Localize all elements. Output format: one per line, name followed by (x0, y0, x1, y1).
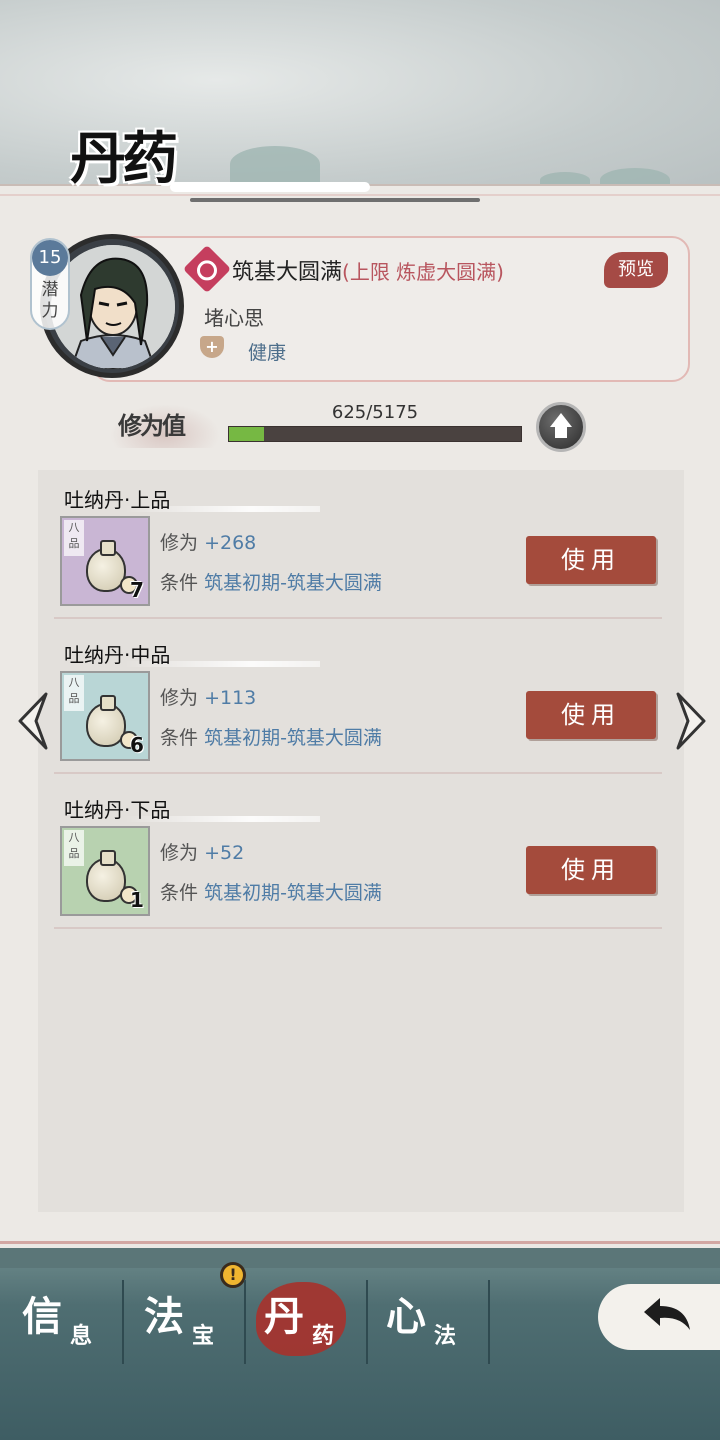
pill-item: 吐纳丹·中品 八品 6 修为 +113 条件 筑基初期-筑基大圆满 使用 (54, 629, 662, 783)
character-trait: 堵心思 (204, 306, 264, 330)
tab-technique-big: 心 (386, 1293, 426, 1340)
pill-count: 1 (130, 888, 144, 912)
use-button[interactable]: 使用 (526, 846, 656, 894)
tab-pills-small: 药 (312, 1323, 335, 1349)
tab-pills-big: 丹 (264, 1293, 304, 1340)
tab-info-small: 息 (70, 1323, 93, 1349)
item-divider (54, 927, 662, 929)
tab-separator (244, 1280, 246, 1364)
tab-info[interactable]: 信 息 (18, 1276, 136, 1366)
previous-page-arrow-icon[interactable] (12, 690, 52, 752)
condition-label: 条件 (160, 727, 199, 749)
potential-label: 潜力 (41, 280, 59, 321)
stat-value: +268 (204, 532, 257, 554)
stat-value: +113 (204, 687, 257, 709)
use-button[interactable]: 使用 (526, 536, 656, 584)
pill-condition: 条件 筑基初期-筑基大圆满 (160, 568, 382, 595)
stat-label: 修为 (160, 842, 199, 864)
potential-badge: 15 潜力 (30, 238, 70, 330)
page-title-wrap: 丹药 (60, 112, 480, 212)
tab-pills[interactable]: 丹 药 (260, 1276, 378, 1366)
tab-treasure-small: 宝 (192, 1323, 215, 1349)
tab-separator (488, 1280, 490, 1364)
tab-separator (122, 1280, 124, 1364)
item-divider (54, 772, 662, 774)
pill-condition: 条件 筑基初期-筑基大圆满 (160, 878, 382, 905)
pill-stat: 修为 +268 (160, 528, 256, 555)
pill-condition: 条件 筑基初期-筑基大圆满 (160, 723, 382, 750)
health-status: 健康 (248, 342, 287, 364)
back-arrow-icon (644, 1298, 690, 1330)
pill-icon-box[interactable]: 八品 1 (60, 826, 150, 916)
realm-limit: (上限 炼虚大圆满) (342, 260, 504, 284)
condition-label: 条件 (160, 572, 199, 594)
title-brush-stroke (170, 182, 370, 192)
condition-value: 筑基初期-筑基大圆满 (204, 882, 382, 904)
pill-name: 吐纳丹·上品 (64, 484, 321, 513)
pill-item: 吐纳丹·上品 八品 7 修为 +268 条件 筑基初期-筑基大圆满 使用 (54, 474, 662, 628)
cultivation-value: 625/5175 (331, 402, 419, 423)
alert-badge-icon: ! (220, 1262, 246, 1288)
pill-grade: 八品 (64, 675, 84, 711)
tab-treasure-big: 法 (144, 1293, 184, 1340)
use-button[interactable]: 使用 (526, 691, 656, 739)
pill-icon-box[interactable]: 八品 7 (60, 516, 150, 606)
preview-button[interactable]: 预览 (604, 252, 668, 288)
cultivation-progress-bar (228, 426, 522, 442)
realm-name: 筑基大圆满 (232, 260, 343, 285)
stat-label: 修为 (160, 687, 199, 709)
stat-label: 修为 (160, 532, 199, 554)
cultivation-label: 修为值 (110, 404, 220, 448)
pill-grade: 八品 (64, 520, 84, 556)
pill-stat: 修为 +52 (160, 838, 244, 865)
next-page-arrow-icon[interactable] (672, 690, 712, 752)
pill-item: 吐纳丹·下品 八品 1 修为 +52 条件 筑基初期-筑基大圆满 使用 (54, 784, 662, 938)
pill-grade: 八品 (64, 830, 84, 866)
cultivation-progress-fill (229, 427, 265, 441)
tab-technique-small: 法 (434, 1323, 457, 1349)
stat-value: +52 (204, 842, 245, 864)
condition-value: 筑基初期-筑基大圆满 (204, 572, 382, 594)
title-brush-line (190, 198, 480, 202)
tab-treasure[interactable]: 法 宝 (140, 1276, 258, 1366)
condition-value: 筑基初期-筑基大圆满 (204, 727, 382, 749)
item-divider (54, 617, 662, 619)
breakthrough-up-arrow-icon[interactable] (536, 402, 586, 452)
realm-text: 筑基大圆满(上限 炼虚大圆满) (232, 254, 504, 286)
pill-count: 6 (130, 733, 144, 757)
back-button[interactable] (598, 1278, 720, 1356)
condition-label: 条件 (160, 882, 199, 904)
potential-level: 15 (32, 240, 68, 276)
tab-technique[interactable]: 心 法 (382, 1276, 500, 1366)
nav-top-strip (0, 1248, 720, 1268)
pill-stat: 修为 +113 (160, 683, 256, 710)
tab-separator (366, 1280, 368, 1364)
page-title: 丹药 (70, 126, 178, 192)
pill-name: 吐纳丹·中品 (64, 639, 321, 668)
pill-icon-box[interactable]: 八品 6 (60, 671, 150, 761)
tab-info-big: 信 (22, 1293, 62, 1340)
pill-count: 7 (130, 578, 144, 602)
pill-name: 吐纳丹·下品 (64, 794, 321, 823)
